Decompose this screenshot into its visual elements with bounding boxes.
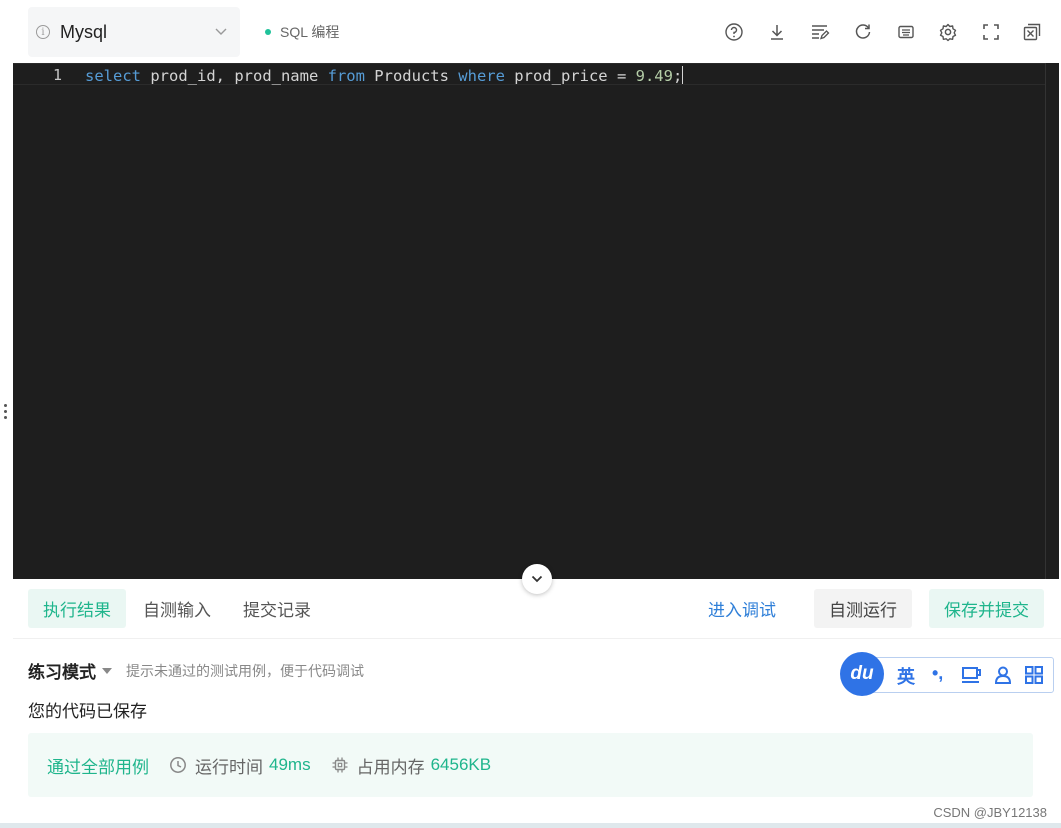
result-summary: 通过全部用例 运行时间 49ms 占用内存 6456KB (28, 733, 1033, 797)
saved-message: 您的代码已保存 (28, 702, 147, 721)
tab-submit-records[interactable]: 提交记录 (228, 589, 326, 628)
status-dot (265, 29, 271, 35)
editor-scrollbar[interactable] (1045, 63, 1059, 579)
bottom-border (0, 823, 1061, 828)
result-tabs-bar: 执行结果 自测输入 提交记录 进入调试 自测运行 保存并提交 (13, 579, 1061, 639)
drag-handle[interactable] (4, 404, 8, 419)
tab-exec-result[interactable]: 执行结果 (28, 589, 126, 628)
practice-mode: 练习模式 提示未通过的测试用例，便于代码调试 (28, 658, 364, 683)
sql-keyword: from (327, 67, 365, 85)
sql-text: prod_id, prod_name (141, 67, 328, 85)
sql-text: prod_price = (504, 67, 636, 85)
code-editor[interactable]: 1 select prod_id, prod_name from Product… (13, 63, 1059, 579)
mode-label: SQL 编程 (280, 24, 340, 40)
memory-value: 6456KB (430, 755, 492, 774)
line-number: 1 (53, 66, 63, 84)
language-select[interactable]: i Mysql (28, 7, 240, 57)
sql-text: Products (364, 67, 459, 85)
language-name: Mysql (60, 21, 108, 42)
editor-toolbar: i Mysql SQL 编程 (13, 0, 1061, 63)
caret-down-icon[interactable] (102, 667, 112, 674)
sql-keyword: select (85, 67, 141, 85)
left-gutter (0, 0, 13, 828)
refresh-icon[interactable] (852, 21, 874, 43)
practice-hint: 提示未通过的测试用例，便于代码调试 (126, 662, 364, 679)
save-submit-button[interactable]: 保存并提交 (929, 589, 1044, 628)
settings-icon[interactable] (937, 21, 959, 43)
text-cursor (682, 66, 684, 84)
chip-icon (332, 757, 348, 773)
mode-tag: SQL 编程 (265, 22, 339, 42)
watermark: CSDN @JBY12138 (933, 805, 1047, 820)
code-line[interactable]: 1 select prod_id, prod_name from Product… (13, 63, 1059, 85)
ime-grid-icon[interactable] (1024, 665, 1044, 685)
ime-punct-toggle[interactable]: •, (932, 663, 943, 684)
close-window-icon[interactable] (1021, 21, 1043, 43)
runtime-label: 运行时间 (195, 757, 263, 777)
memory-stat: 占用内存 6456KB (331, 753, 492, 778)
pass-status: 通过全部用例 (47, 757, 149, 777)
sql-text: ; (672, 67, 683, 85)
ime-user-icon[interactable] (993, 665, 1013, 685)
fullscreen-icon[interactable] (980, 21, 1002, 43)
ime-lang-toggle[interactable]: 英 (897, 663, 915, 689)
memory-label: 占用内存 (356, 757, 425, 777)
ime-logo[interactable]: du (840, 652, 884, 696)
ime-cup-icon[interactable] (961, 665, 983, 685)
ime-toolbar[interactable]: du 英 •, (840, 652, 1055, 696)
clock-icon (170, 757, 186, 773)
chevron-down-icon (215, 28, 227, 35)
practice-mode-title[interactable]: 练习模式 (28, 658, 96, 683)
self-run-button[interactable]: 自测运行 (814, 589, 912, 628)
debug-button[interactable]: 进入调试 (693, 589, 791, 628)
runtime-value: 49ms (269, 755, 311, 774)
runtime-stat: 运行时间 49ms (169, 753, 311, 778)
code-text[interactable]: select prod_id, prod_name from Products … (85, 66, 684, 85)
format-icon[interactable] (809, 21, 831, 43)
keyboard-icon[interactable] (895, 21, 917, 43)
download-icon[interactable] (766, 21, 788, 43)
tab-self-test-input[interactable]: 自测输入 (128, 589, 226, 628)
sql-keyword: where (458, 67, 505, 85)
help-icon[interactable] (723, 21, 745, 43)
info-icon: i (36, 25, 50, 39)
sql-number: 9.49 (635, 67, 673, 85)
